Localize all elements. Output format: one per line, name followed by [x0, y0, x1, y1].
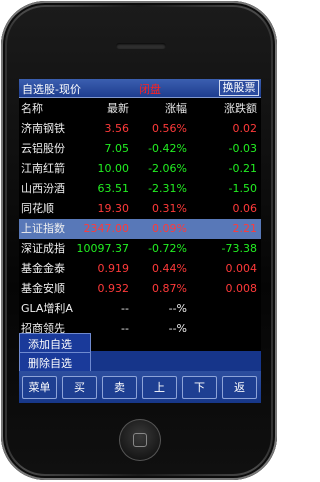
stock-row[interactable]: 山西汾酒 63.51 -2.31% -1.50 [19, 179, 261, 199]
stock-row[interactable]: 基金安顺 0.932 0.87% 0.008 [19, 279, 261, 299]
stock-change-pct: -0.72% [148, 242, 187, 255]
stock-change-pct: --% [168, 302, 187, 315]
stock-row[interactable]: GLA增利A -- --% [19, 299, 261, 319]
stock-price: 0.932 [97, 282, 130, 295]
stock-row[interactable]: 云铝股份 7.05 -0.42% -0.03 [19, 139, 261, 159]
bottom-toolbar: 菜单 买 卖 上 下 返 [19, 371, 261, 403]
stock-row[interactable]: 江南红箭 10.00 -2.06% -0.21 [19, 159, 261, 179]
stock-price: -- [121, 322, 129, 335]
switch-stock-button[interactable]: 换股票 [219, 80, 259, 96]
stock-change: 0.06 [232, 202, 258, 215]
stock-row[interactable]: 深证成指 10097.37 -0.72% -73.38 [19, 239, 261, 259]
stock-row[interactable]: 济南钢铁 3.56 0.56% 0.02 [19, 119, 261, 139]
stock-change: -73.38 [221, 242, 257, 255]
title-bar: 自选股-现价 闭盘 换股票 [19, 79, 261, 98]
stock-change: 0.02 [232, 122, 258, 135]
stock-change-pct: 0.09% [152, 222, 187, 235]
stock-price: 10097.37 [76, 242, 130, 255]
stock-change-pct: -2.31% [148, 182, 187, 195]
up-button[interactable]: 上 [142, 376, 177, 399]
stock-price: 63.51 [97, 182, 130, 195]
stock-change: 0.008 [225, 282, 258, 295]
app-screen: 自选股-现价 闭盘 换股票 名称 最新 涨幅 涨跌额 济南钢铁 3.56 0.56%… [19, 79, 261, 403]
stock-row[interactable]: 上证指数 2347.00 0.09% 2.21 [19, 219, 261, 239]
column-header-name[interactable]: 名称 [21, 99, 43, 119]
stock-name: 上证指数 [21, 222, 65, 235]
column-header-price[interactable]: 最新 [107, 99, 129, 119]
page-title: 自选股-现价 [22, 83, 81, 96]
column-header-change[interactable]: 涨跌额 [224, 99, 257, 119]
stock-change: 2.21 [232, 222, 258, 235]
stock-change-pct: 0.44% [152, 262, 187, 275]
home-square-icon [133, 433, 147, 447]
stock-price: 7.05 [104, 142, 130, 155]
stock-price: 10.00 [97, 162, 130, 175]
stock-name: 济南钢铁 [21, 122, 65, 135]
stock-price: 19.30 [97, 202, 130, 215]
down-button[interactable]: 下 [182, 376, 217, 399]
back-button[interactable]: 返 [222, 376, 257, 399]
stock-name: GLA增利A [21, 302, 73, 315]
stock-change-pct: 0.31% [152, 202, 187, 215]
menu-button[interactable]: 菜单 [22, 376, 57, 399]
stock-change: -0.21 [228, 162, 257, 175]
stock-price: 0.919 [97, 262, 130, 275]
column-header-change-pct[interactable]: 涨幅 [165, 99, 187, 119]
stock-name: 云铝股份 [21, 142, 65, 155]
stock-row[interactable]: 同花顺 19.30 0.31% 0.06 [19, 199, 261, 219]
stock-change-pct: 0.87% [152, 282, 187, 295]
context-popup-menu: 添加自选 删除自选 [19, 333, 91, 373]
stock-row[interactable]: 基金金泰 0.919 0.44% 0.004 [19, 259, 261, 279]
stock-change: 0.004 [225, 262, 258, 275]
stock-name: 深证成指 [21, 242, 65, 255]
popup-divider [20, 352, 90, 353]
stock-name: 山西汾酒 [21, 182, 65, 195]
stock-change: -0.03 [228, 142, 257, 155]
earpiece-speaker [116, 43, 166, 49]
stock-price: 3.56 [104, 122, 130, 135]
add-watchlist-item[interactable]: 添加自选 [28, 336, 72, 352]
stock-change-pct: -0.42% [148, 142, 187, 155]
stock-change: -1.50 [228, 182, 257, 195]
home-button[interactable] [119, 419, 161, 461]
sell-button[interactable]: 卖 [102, 376, 137, 399]
stock-name: 江南红箭 [21, 162, 65, 175]
market-status: 闭盘 [139, 83, 161, 96]
remove-watchlist-item[interactable]: 删除自选 [28, 355, 72, 371]
stock-change-pct: --% [168, 322, 187, 335]
phone-frame: 自选股-现价 闭盘 换股票 名称 最新 涨幅 涨跌额 济南钢铁 3.56 0.56%… [1, 1, 277, 480]
stock-change-pct: 0.56% [152, 122, 187, 135]
table-header: 名称 最新 涨幅 涨跌额 [19, 99, 261, 119]
stock-name: 同花顺 [21, 202, 54, 215]
stock-price: -- [121, 302, 129, 315]
buy-button[interactable]: 买 [62, 376, 97, 399]
stock-name: 基金安顺 [21, 282, 65, 295]
stock-change-pct: -2.06% [148, 162, 187, 175]
stock-name: 基金金泰 [21, 262, 65, 275]
stock-price: 2347.00 [83, 222, 130, 235]
